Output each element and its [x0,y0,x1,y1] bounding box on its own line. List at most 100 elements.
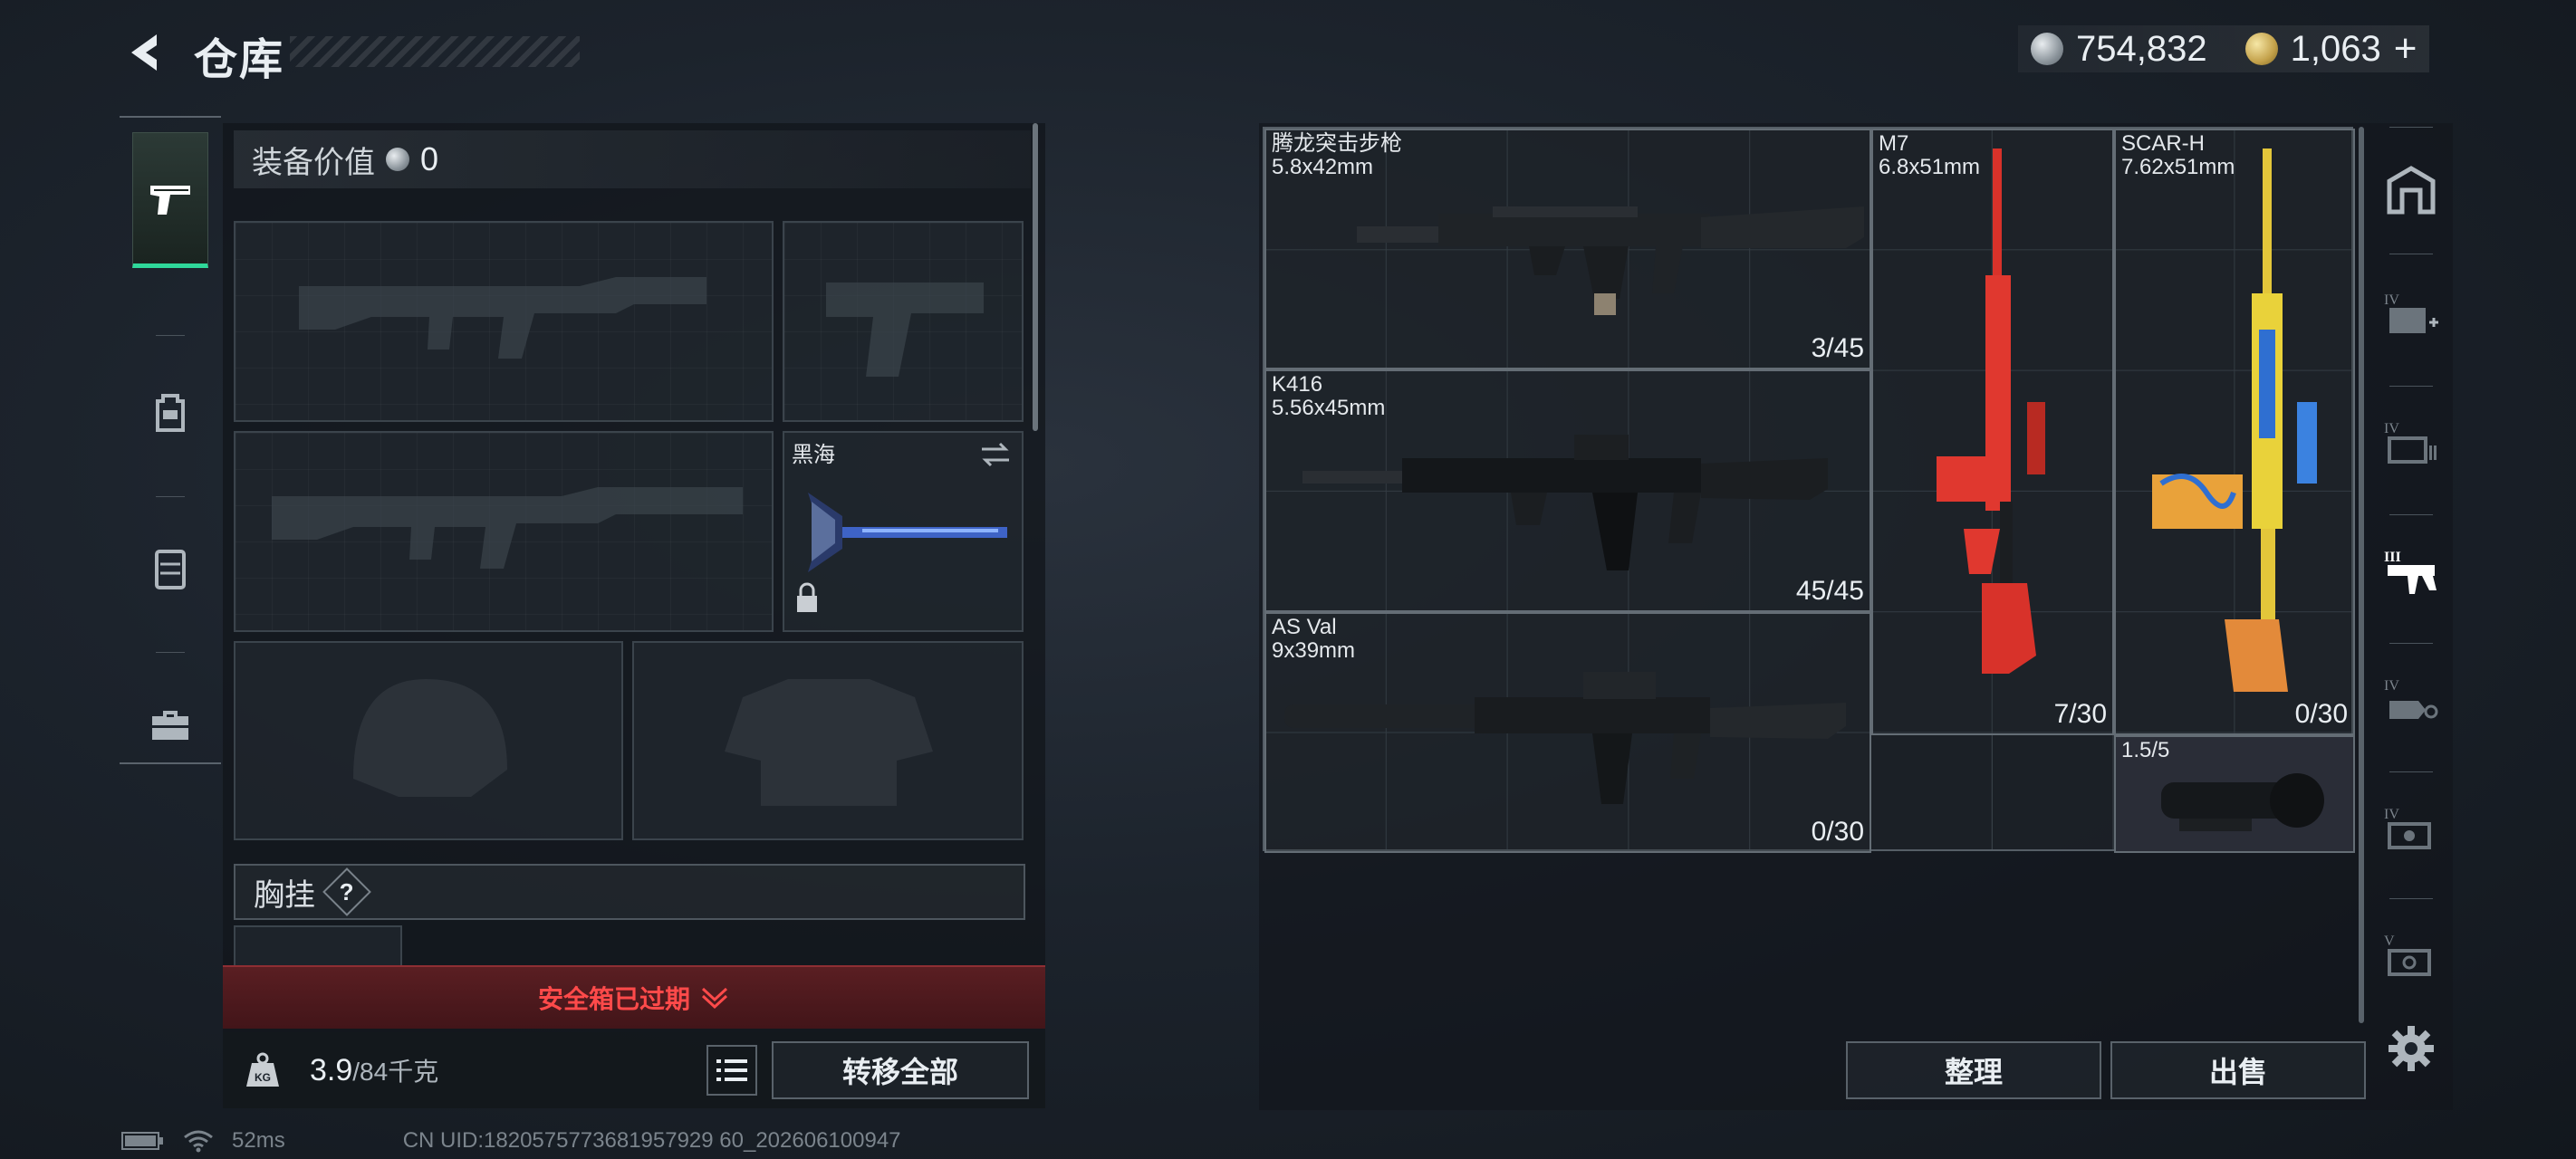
stash-tab-iv-parts-icon: IV [2384,807,2431,849]
yellow-rifle-image [2152,148,2317,692]
item-ammo: 7/30 [2053,699,2107,729]
gear-icon [2389,1026,2434,1071]
category-storage[interactable] [2373,136,2449,244]
axe-icon [808,493,1007,572]
storage-icon [2387,166,2436,215]
lock-icon [797,582,817,612]
settings-button[interactable] [2382,1020,2440,1078]
stash-item-m7[interactable]: M7 6.8x51mm 7/30 [1871,129,2114,735]
equipment-value-label: 装备价值 [252,145,375,180]
assault-rifle-image [1302,435,1828,570]
stash-tab-iv-add-icon: IV [2384,292,2438,333]
weight-value: 3.9 [310,1053,353,1087]
gold-currency-value: 1,063 [2290,28,2381,69]
melee-slot[interactable]: 黑海 [783,431,1024,632]
armor-slot[interactable] [632,641,1024,840]
tab-vest[interactable] [132,502,208,637]
rifle-silhouette-icon [272,487,743,569]
tab-gear[interactable] [132,344,208,480]
weight-kg-icon: KG [246,1052,279,1087]
stash-scrollbar[interactable] [2359,127,2364,1023]
backpack-icon [156,394,185,432]
help-button[interactable]: ? [322,867,371,916]
stash-item-as-val[interactable]: AS Val 9x39mm 0/30 [1264,612,1871,853]
equipment-value-row: 装备价值 0 [234,130,1031,188]
add-currency-button[interactable]: + [2394,26,2417,72]
svg-text:V: V [2384,934,2395,949]
ping-value: 52ms [232,1128,285,1153]
transfer-all-button[interactable]: 转移全部 [772,1041,1029,1099]
stash-item-tenglong-rifle[interactable]: 腾龙突击步枪 5.8x42mm 3/45 [1264,129,1871,369]
stash-item-scope[interactable]: 1.5/5 [2114,735,2355,853]
item-ammo: 0/30 [2294,699,2348,729]
armor-silhouette-icon [725,679,933,806]
melee-name: 黑海 [792,443,835,467]
item-ammo: 3/45 [1811,333,1864,363]
battery-icon [121,1132,163,1150]
category-tab-4[interactable]: IV [2373,647,2449,755]
item-ammo: 45/45 [1795,576,1864,606]
category-tab-1[interactable]: IV [2373,261,2449,369]
stash-item-k416[interactable]: K416 5.56x45mm 45/45 [1264,369,1871,612]
chevron-down-icon [701,987,728,1010]
status-bar: 52ms CN UID:1820575773681957929 60_20260… [121,1128,901,1154]
gold-coin-icon [2244,33,2278,65]
sort-button[interactable]: 整理 [1846,1041,2101,1099]
stash-tab-iv-tools-icon: IV [2384,678,2438,719]
chevron-left-icon [131,34,157,71]
vest-icon [155,550,186,589]
primary-weapon-slot-2[interactable] [234,431,774,632]
stash-tab-iv-ammo-icon: IV [2384,421,2437,464]
user-uid: CN UID:1820575773681957929 60_2026061009… [402,1128,901,1153]
chest-rig-label: 胸挂 [254,877,315,913]
red-rifle-image [1937,148,2045,674]
suppressed-rifle-image [1284,672,1846,804]
category-tab-3-active[interactable]: III [2373,518,2449,627]
loadout-tab-rail [120,116,221,764]
item-ammo: 0/30 [1811,817,1864,847]
pistol-icon [150,186,190,215]
pistol-silhouette-icon [826,283,984,377]
list-icon [716,1059,747,1081]
silver-coin-icon [2031,33,2063,65]
category-tab-6[interactable]: V [2373,902,2449,1011]
helmet-slot[interactable] [234,641,623,840]
scope-image [2161,773,2324,831]
silver-coin-icon [386,148,409,171]
sidearm-slot[interactable] [783,221,1024,422]
wifi-icon [184,1130,213,1153]
item-name: 腾龙突击步枪 [1272,131,1402,156]
sell-button[interactable]: 出售 [2110,1041,2366,1099]
title-decoration [290,36,580,67]
assault-rifle-image [1357,206,1864,315]
back-button[interactable] [118,27,172,78]
stash-grid: 腾龙突击步枪 5.8x42mm 3/45 K416 5.56x45mm 45/4… [1263,127,2355,853]
category-tab-5[interactable]: IV [2373,775,2449,884]
weight-capacity: /84千克 [352,1058,439,1086]
svg-text:IV: IV [2384,678,2399,694]
stash-item-scar-h[interactable]: SCAR-H 7.62x51mm 0/30 [2114,129,2355,735]
stash-tab-v-misc-icon: V [2384,934,2431,976]
tab-weapons[interactable] [132,132,208,268]
tab-case[interactable] [132,657,208,793]
loadout-scrollbar[interactable] [1033,123,1038,431]
rifle-silhouette-icon [299,277,706,359]
stash-tab-iii-weapons-icon: III [2384,550,2437,594]
stash-category-rail: IV IV III IV IV V [2373,127,2449,996]
toolbox-icon [152,711,188,740]
primary-weapon-slot-1[interactable] [234,221,774,422]
chest-rig-slot[interactable] [234,925,402,965]
swap-icon[interactable] [978,440,1013,469]
list-view-button[interactable] [706,1045,757,1096]
svg-text:IV: IV [2384,807,2399,822]
page-title: 仓库 [194,36,285,84]
category-tab-2[interactable]: IV [2373,389,2449,498]
chest-rig-row[interactable]: 胸挂 ? [234,864,1025,920]
weight-readout: 3.9/84千克 [310,1052,438,1088]
equipment-value: 0 [420,140,439,177]
currency-bar: 754,832 1,063 + [2018,25,2430,72]
safe-box-expired-banner[interactable]: 安全箱已过期 [223,965,1045,1029]
svg-text:IV: IV [2384,292,2399,308]
helmet-silhouette-icon [353,679,507,797]
svg-text:III: III [2384,550,2401,565]
